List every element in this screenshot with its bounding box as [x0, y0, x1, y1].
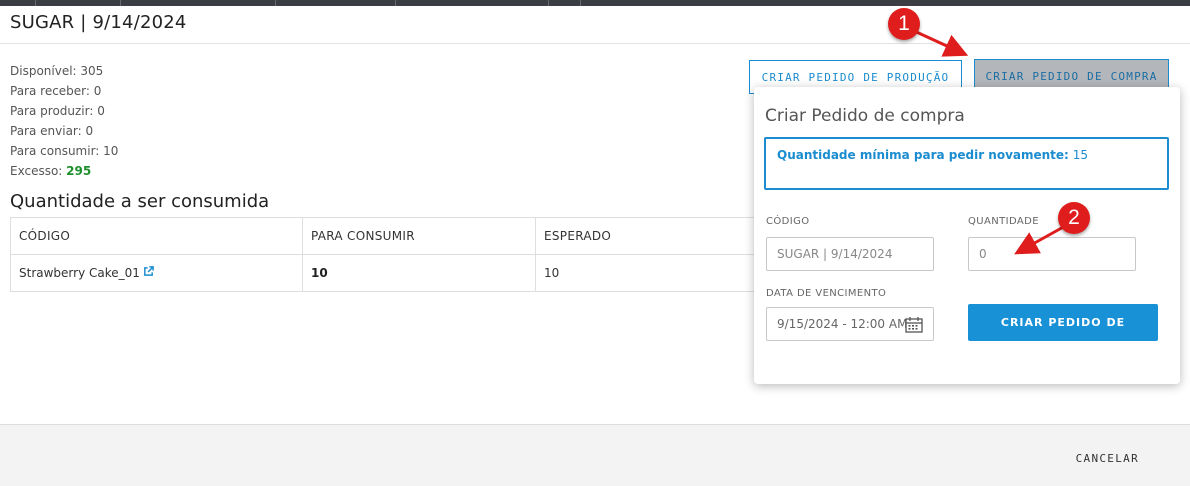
stat-enviar: Para enviar: 0 — [10, 124, 94, 138]
reorder-value: 15 — [1072, 148, 1088, 162]
table-row: Strawberry Cake_01 10 10 — [10, 254, 770, 292]
cell-esperado: 10 — [535, 254, 770, 292]
stock-stats: Disponível: 305 Para receber: 0 Para pro… — [10, 61, 118, 181]
cell-codigo: Strawberry Cake_01 — [10, 254, 303, 292]
reorder-label: Quantidade mínima para pedir novamente: — [777, 148, 1069, 162]
item-link[interactable]: Strawberry Cake_01 — [19, 266, 140, 280]
col-header-esperado: ESPERADO — [535, 217, 770, 255]
consumption-table: CÓDIGO PARA CONSUMIR ESPERADO Strawberry… — [10, 217, 770, 292]
codigo-field[interactable]: SUGAR | 9/14/2024 — [766, 237, 934, 271]
quantidade-label: QUANTIDADE — [968, 216, 1039, 227]
modal-footer: CANCELAR — [0, 424, 1190, 486]
section-title: Quantidade a ser consumida — [10, 191, 270, 212]
stat-excesso-value: 295 — [66, 164, 92, 178]
annotation-marker-2: 2 — [1058, 202, 1090, 234]
page-title: SUGAR | 9/14/2024 — [10, 12, 187, 33]
calendar-icon[interactable] — [905, 317, 923, 336]
stat-excesso: Excesso: 295 — [10, 161, 118, 181]
table-header-row: CÓDIGO PARA CONSUMIR ESPERADO — [10, 217, 770, 255]
cell-consumir: 10 — [302, 254, 536, 292]
vencimento-value: 9/15/2024 - 12:00 AM — [777, 317, 908, 331]
title-divider — [0, 43, 1190, 44]
stat-disponivel: Disponível: 305 — [10, 64, 104, 78]
vencimento-label: DATA DE VENCIMENTO — [766, 288, 887, 299]
top-bar — [0, 0, 1190, 6]
cancel-button[interactable]: CANCELAR — [1076, 452, 1139, 465]
stat-receber: Para receber: 0 — [10, 84, 102, 98]
vencimento-field[interactable]: 9/15/2024 - 12:00 AM — [766, 307, 934, 341]
stat-excesso-label: Excesso: — [10, 164, 67, 178]
arrow-1 — [911, 28, 969, 57]
reorder-info-box: Quantidade mínima para pedir novamente: … — [764, 137, 1169, 190]
stat-consumir: Para consumir: 10 — [10, 144, 119, 158]
external-link-icon[interactable] — [143, 266, 154, 280]
submit-purchase-order-button[interactable]: CRIAR PEDIDO DE — [968, 304, 1158, 341]
annotation-marker-1: 1 — [888, 8, 920, 40]
quantidade-field[interactable]: 0 — [968, 237, 1136, 271]
codigo-label: CÓDIGO — [766, 216, 810, 227]
purchase-order-popover: Criar Pedido de compra Quantidade mínima… — [754, 87, 1180, 384]
stat-produzir: Para produzir: 0 — [10, 104, 105, 118]
popover-title: Criar Pedido de compra — [765, 106, 965, 126]
col-header-codigo: CÓDIGO — [10, 217, 303, 255]
col-header-consumir: PARA CONSUMIR — [302, 217, 536, 255]
